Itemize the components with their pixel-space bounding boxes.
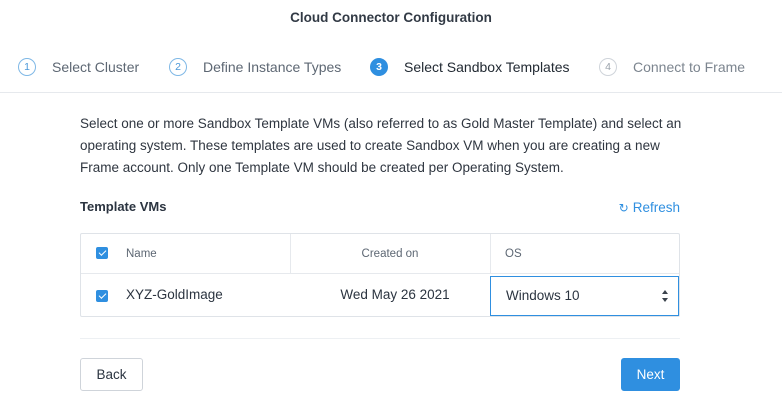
created-on-cell: Wed May 26 2021 bbox=[340, 287, 450, 302]
step-number-3: 3 bbox=[370, 58, 388, 76]
step-select-cluster[interactable]: 1 Select Cluster bbox=[18, 58, 139, 76]
template-vms-table: Name Created on OS XYZ-GoldImage Wed May… bbox=[80, 233, 680, 317]
step-number-2: 2 bbox=[169, 58, 187, 76]
dialog-title: Cloud Connector Configuration bbox=[290, 10, 492, 25]
step-select-sandbox-templates[interactable]: 3 Select Sandbox Templates bbox=[370, 58, 570, 76]
step-number-4: 4 bbox=[599, 58, 617, 76]
column-header-created-on[interactable]: Created on bbox=[290, 234, 490, 274]
step-number-1: 1 bbox=[18, 58, 36, 76]
select-arrows-icon bbox=[662, 290, 668, 302]
refresh-button[interactable]: ↻ Refresh bbox=[619, 200, 680, 215]
os-select-value: Windows 10 bbox=[506, 288, 580, 303]
step-label-1: Select Cluster bbox=[52, 59, 140, 75]
step-label-3: Select Sandbox Templates bbox=[404, 59, 570, 75]
column-header-name[interactable]: Name bbox=[126, 234, 157, 274]
column-header-os[interactable]: OS bbox=[505, 234, 522, 274]
column-divider bbox=[490, 234, 491, 274]
footer-divider bbox=[80, 338, 680, 339]
wizard-steps: 1 Select Cluster 2 Define Instance Types… bbox=[0, 36, 782, 93]
refresh-label: Refresh bbox=[632, 200, 680, 215]
select-all-checkbox[interactable] bbox=[96, 247, 108, 259]
step-label-2: Define Instance Types bbox=[203, 59, 342, 75]
os-select[interactable]: Windows 10 bbox=[490, 276, 679, 316]
template-name-cell: XYZ-GoldImage bbox=[126, 287, 223, 302]
step-connect-to-frame[interactable]: 4 Connect to Frame bbox=[599, 58, 745, 76]
table-header: Name Created on OS bbox=[81, 234, 679, 274]
step-label-4: Connect to Frame bbox=[633, 59, 746, 75]
refresh-icon: ↻ bbox=[618, 200, 629, 215]
next-button[interactable]: Next bbox=[621, 358, 680, 391]
template-vms-heading: Template VMs bbox=[80, 199, 167, 214]
step-define-instance-types[interactable]: 2 Define Instance Types bbox=[169, 58, 341, 76]
row-checkbox[interactable] bbox=[96, 290, 108, 302]
back-button[interactable]: Back bbox=[80, 358, 143, 391]
instructions-text: Select one or more Sandbox Template VMs … bbox=[80, 116, 682, 175]
